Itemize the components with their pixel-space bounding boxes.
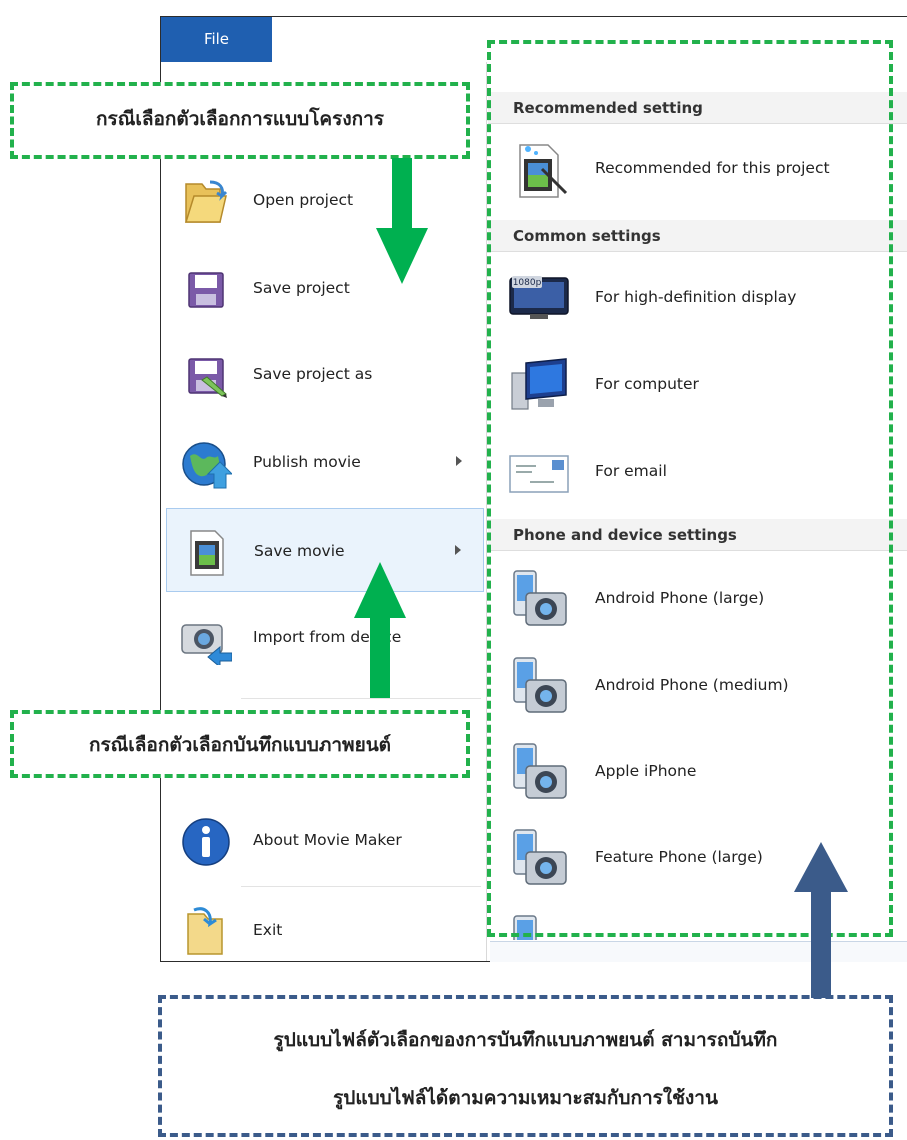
floppy-disk-pencil-icon [188,358,227,398]
about-movie-maker-item[interactable]: About Movie Maker [166,798,484,882]
save-movie-item[interactable]: Save movie [166,508,484,592]
exit-label: Exit [253,921,283,939]
globe-upload-icon [182,442,232,489]
format-callout-line1: รูปแบบไฟล์ตัวเลือกของการบันทึกแบบภาพยนต์… [273,1029,778,1051]
project-callout: กรณีเลือกตัวเลือกการแบบโครงการ [10,82,470,159]
file-menu-commands: Open project Save project Save project a… [161,62,487,961]
project-callout-text: กรณีเลือกตัวเลือกการแบบโครงการ [96,108,384,130]
menu-separator [241,886,481,887]
about-movie-maker-label: About Movie Maker [253,831,402,849]
movie-callout: กรณีเลือกตัวเลือกบันทึกแบบภาพยนต์ [10,710,470,778]
submenu-highlight-box [487,40,893,937]
exit-folder-icon [187,907,223,955]
format-callout: รูปแบบไฟล์ตัวเลือกของการบันทึกแบบภาพยนต์… [158,995,893,1137]
publish-movie-item[interactable]: Publish movie [166,420,484,504]
exit-item[interactable]: Exit [166,888,484,972]
publish-movie-label: Publish movie [253,453,361,471]
green-down-arrow-icon [376,158,428,284]
floppy-disk-icon [188,272,224,308]
save-movie-label: Save movie [254,542,345,560]
save-project-label: Save project [253,279,350,297]
save-project-as-label: Save project as [253,365,373,383]
green-up-arrow-icon [354,562,406,698]
movie-callout-text: กรณีเลือกตัวเลือกบันทึกแบบภาพยนต์ [88,734,392,756]
open-project-label: Open project [253,191,354,209]
submenu-arrow-icon [456,456,462,466]
format-callout-line2: รูปแบบไฟล์ได้ตามความเหมาะสมกับการใช้งาน [333,1087,718,1109]
open-project-item[interactable]: Open project [166,158,484,242]
submenu-arrow-icon [455,545,461,555]
blue-up-arrow-icon [794,842,848,998]
save-project-item[interactable]: Save project [166,246,484,330]
camera-import-icon [181,624,232,665]
folder-open-icon [184,180,228,223]
film-document-icon [190,530,224,576]
info-icon [182,818,230,866]
file-tab[interactable]: File [161,17,272,62]
save-project-as-item[interactable]: Save project as [166,332,484,416]
import-from-device-item[interactable]: Import from device [166,595,484,679]
